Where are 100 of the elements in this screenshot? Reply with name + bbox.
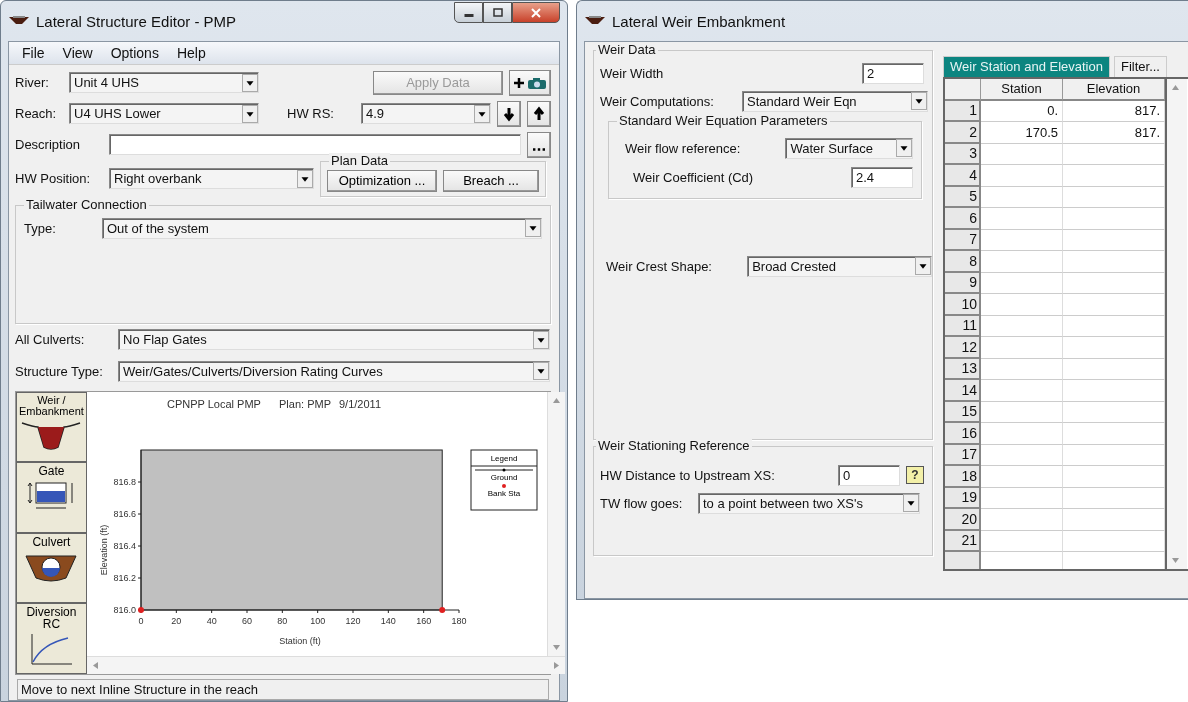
structure-type-label: Structure Type: — [15, 363, 104, 379]
x-tick-label: 100 — [309, 615, 325, 626]
hw-distance-label: HW Distance to Upstream XS: — [600, 467, 775, 483]
river-label: River: — [15, 75, 50, 91]
weir-computations-label: Weir Computations: — [600, 93, 715, 109]
app-icon — [8, 15, 30, 27]
row-number: 20 — [945, 509, 981, 531]
help-button[interactable]: ? — [906, 466, 924, 484]
reach-dropdown[interactable]: U4 UHS Lower — [69, 103, 259, 125]
hw-position-dropdown[interactable]: Right overbank — [109, 168, 314, 190]
vertical-scrollbar[interactable] — [546, 391, 565, 656]
row-number: 8 — [945, 251, 981, 273]
flow-reference-dropdown[interactable]: Water Surface — [785, 137, 913, 159]
breach-button[interactable]: Breach ... — [443, 169, 539, 192]
flow-reference-label: Weir flow reference: — [625, 140, 742, 156]
type-dropdown[interactable]: Out of the system — [102, 217, 542, 239]
legend-label: Bank Sta — [487, 488, 521, 498]
horizontal-scrollbar[interactable] — [86, 655, 565, 674]
row-number: 11 — [945, 315, 981, 337]
weir-crest-shape-label: Weir Crest Shape: — [606, 258, 713, 274]
plot-title: CPNPP Local PMP — [166, 397, 261, 410]
maximize-button[interactable] — [483, 2, 512, 23]
row-number: 18 — [945, 466, 981, 488]
structure-type-dropdown[interactable]: Weir/Gates/Culverts/Diversion Rating Curves — [118, 360, 550, 382]
diversion-button[interactable]: Diversion RC — [16, 603, 87, 674]
x-tick-label: 20 — [171, 615, 182, 626]
legend-title: Legend — [490, 453, 518, 463]
filter-tab[interactable]: Filter... — [1113, 56, 1167, 77]
ellipsis-icon — [533, 148, 545, 152]
description-label: Description — [15, 137, 82, 153]
y-tick-label: 816.0 — [113, 604, 136, 615]
minimize-button[interactable] — [454, 2, 483, 23]
weir-computations-dropdown[interactable]: Standard Weir Eqn — [742, 90, 928, 112]
y-tick-label: 816.6 — [113, 508, 136, 519]
plot-plan: Plan: PMP — [278, 397, 331, 410]
minimize-icon — [463, 14, 474, 17]
window-title: Lateral Weir Embankment — [612, 12, 786, 30]
row-number: 7 — [945, 229, 981, 251]
x-axis-title: Station (ft) — [279, 635, 321, 646]
weir-width-label: Weir Width — [600, 65, 664, 81]
menu-item[interactable]: File — [13, 43, 54, 63]
legend-box — [470, 449, 538, 511]
river-dropdown[interactable]: Unit 4 UHS — [69, 72, 259, 94]
row-number: 3 — [945, 143, 981, 165]
legend-label: Ground — [490, 472, 518, 482]
hw-position-label: HW Position: — [15, 171, 92, 187]
close-button[interactable] — [512, 2, 560, 23]
row-number: 15 — [945, 401, 981, 423]
tw-flow-dropdown[interactable]: to a point between two XS's — [698, 492, 920, 514]
x-tick-label: 0 — [138, 615, 144, 626]
status-bar: Move to next Inline Structure in the reach — [17, 678, 549, 700]
weir-crest-shape-dropdown[interactable]: Broad Crested — [747, 255, 932, 277]
gate-button[interactable]: Gate — [16, 462, 87, 533]
row-number: 9 — [945, 272, 981, 294]
x-tick-label: 80 — [277, 615, 288, 626]
standard-parameters-title: Standard Weir Equation Parameters — [617, 113, 830, 128]
weir-coefficient-field[interactable]: 2.4 — [851, 166, 913, 188]
menu-item[interactable]: Help — [167, 43, 215, 63]
row-number: 16 — [945, 423, 981, 445]
x-tick-label: 180 — [451, 615, 467, 626]
table-scrollbar[interactable] — [1165, 79, 1187, 569]
hw-rs-dropdown[interactable]: 4.9 — [361, 103, 491, 125]
weir-data-title: Weir Data — [596, 42, 658, 57]
menu-item[interactable]: Options — [101, 43, 168, 63]
y-axis-title: Elevation (ft) — [98, 524, 109, 575]
type-label: Type: — [24, 220, 57, 236]
row-number: 19 — [945, 487, 981, 509]
table-cell[interactable]: 170.5 — [981, 122, 1063, 144]
next-structure-button[interactable] — [497, 100, 521, 127]
row-number: 1 — [945, 100, 981, 122]
culvert-button[interactable]: Culvert — [16, 532, 87, 604]
column-header: Station — [981, 79, 1063, 101]
row-number: 5 — [945, 186, 981, 208]
tw-flow-label: TW flow goes: — [600, 495, 684, 511]
app-icon — [584, 15, 606, 27]
weir-button[interactable]: Weir / Embankment — [16, 391, 87, 463]
weir-width-field[interactable]: 2 — [862, 62, 924, 84]
close-icon — [530, 7, 542, 18]
hw-distance-field[interactable]: 0 — [838, 464, 900, 486]
window-title: Lateral Structure Editor - PMP — [36, 12, 237, 30]
menu-item[interactable]: View — [53, 43, 102, 63]
row-number: 12 — [945, 337, 981, 359]
optimization-button[interactable]: Optimization ... — [327, 169, 437, 192]
station-elevation-tab[interactable]: Weir Station and Elevation — [943, 56, 1110, 77]
table-cell[interactable]: 0. — [981, 100, 1063, 122]
row-number: 21 — [945, 530, 981, 552]
all-culverts-label: All Culverts: — [15, 332, 86, 348]
all-culverts-dropdown[interactable]: No Flap Gates — [118, 329, 550, 351]
line-swatch-icon — [474, 468, 534, 472]
maximize-icon — [491, 7, 504, 18]
add-camera-button[interactable] — [509, 69, 551, 96]
column-header: Elevation — [1063, 79, 1165, 101]
more-button[interactable] — [527, 131, 551, 158]
x-tick-label: 40 — [206, 615, 217, 626]
row-number: 6 — [945, 208, 981, 230]
row-number-cell — [945, 552, 981, 569]
description-field[interactable] — [109, 134, 521, 156]
previous-structure-button[interactable] — [527, 100, 551, 127]
row-number: 10 — [945, 294, 981, 316]
hw-rs-label: HW RS: — [287, 106, 335, 122]
